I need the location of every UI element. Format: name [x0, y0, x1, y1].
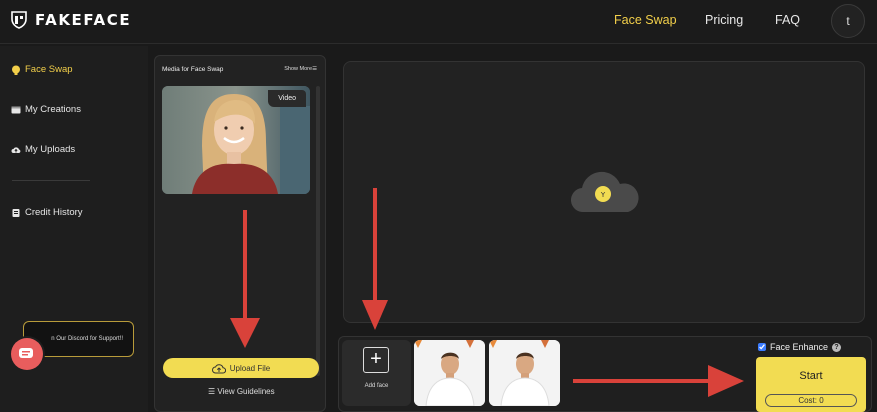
receipt-icon: [12, 208, 20, 217]
brand-name: FAKEFACE: [35, 11, 132, 29]
sidebar-item-label: Credit History: [25, 207, 83, 218]
cloud-upload-icon: [211, 363, 226, 373]
nav-pricing[interactable]: Pricing: [705, 13, 743, 27]
nav-face-swap[interactable]: Face Swap: [614, 13, 677, 27]
chat-support-button[interactable]: [11, 338, 43, 370]
brand-logo[interactable]: FAKEFACE: [11, 11, 131, 29]
cloud-upload-icon: [11, 146, 21, 153]
result-preview-area: Y: [343, 61, 865, 323]
man-portrait-image: [489, 340, 560, 406]
face-card[interactable]: [414, 340, 485, 406]
discord-support-text: n Our Discord for Support!!: [51, 336, 123, 342]
media-scrollbar[interactable]: [316, 86, 320, 376]
start-button[interactable]: Start Cost: 0: [756, 357, 866, 412]
bulb-icon: [12, 65, 20, 75]
add-face-button[interactable]: + Add face: [342, 340, 411, 406]
chat-bubble-icon: [19, 348, 33, 358]
top-navbar: FAKEFACE Face Swap Pricing FAQ t: [0, 0, 877, 44]
svg-text:Y: Y: [600, 191, 606, 199]
cost-display: Cost: 0: [765, 394, 857, 407]
sidebar-item-my-uploads[interactable]: My Uploads: [11, 144, 75, 155]
help-icon[interactable]: ?: [832, 342, 842, 352]
sidebar-divider: [12, 180, 90, 181]
media-panel: Media for Face Swap Show More☰ Video Upl…: [154, 55, 326, 412]
user-avatar[interactable]: t: [831, 4, 865, 38]
uploaded-video-thumbnail[interactable]: Video: [162, 86, 310, 194]
sidebar-item-credit-history[interactable]: Credit History: [11, 207, 83, 218]
view-guidelines-link[interactable]: ☰ View Guidelines: [208, 387, 275, 396]
folder-icon: [11, 106, 21, 113]
start-label: Start: [799, 370, 823, 382]
sidebar-item-label: Face Swap: [25, 64, 73, 75]
face-enhance-checkbox[interactable]: [758, 343, 766, 351]
list-icon: ☰: [208, 387, 216, 396]
face-enhance-toggle[interactable]: Face Enhance ?: [758, 342, 842, 352]
add-face-label: Add face: [364, 383, 389, 389]
video-badge: Video: [268, 90, 306, 107]
sidebar-item-label: My Uploads: [25, 144, 76, 155]
cloud-lightbulb-icon: Y: [570, 171, 639, 213]
media-panel-title: Media for Face Swap: [162, 66, 224, 73]
sidebar-item-label: My Creations: [25, 104, 81, 115]
man-portrait-image: [414, 340, 485, 406]
sidebar-item-face-swap[interactable]: Face Swap: [11, 64, 73, 75]
sidebar-item-my-creations[interactable]: My Creations: [11, 104, 81, 115]
face-enhance-label: Face Enhance: [770, 342, 829, 352]
upload-file-label: Upload File: [229, 363, 271, 373]
upload-file-button[interactable]: Upload File: [163, 358, 319, 378]
show-more-link[interactable]: Show More☰: [284, 66, 317, 72]
logo-mark-icon: [11, 11, 27, 29]
face-card[interactable]: [489, 340, 560, 406]
nav-faq[interactable]: FAQ: [775, 13, 800, 27]
plus-icon: +: [363, 347, 389, 373]
